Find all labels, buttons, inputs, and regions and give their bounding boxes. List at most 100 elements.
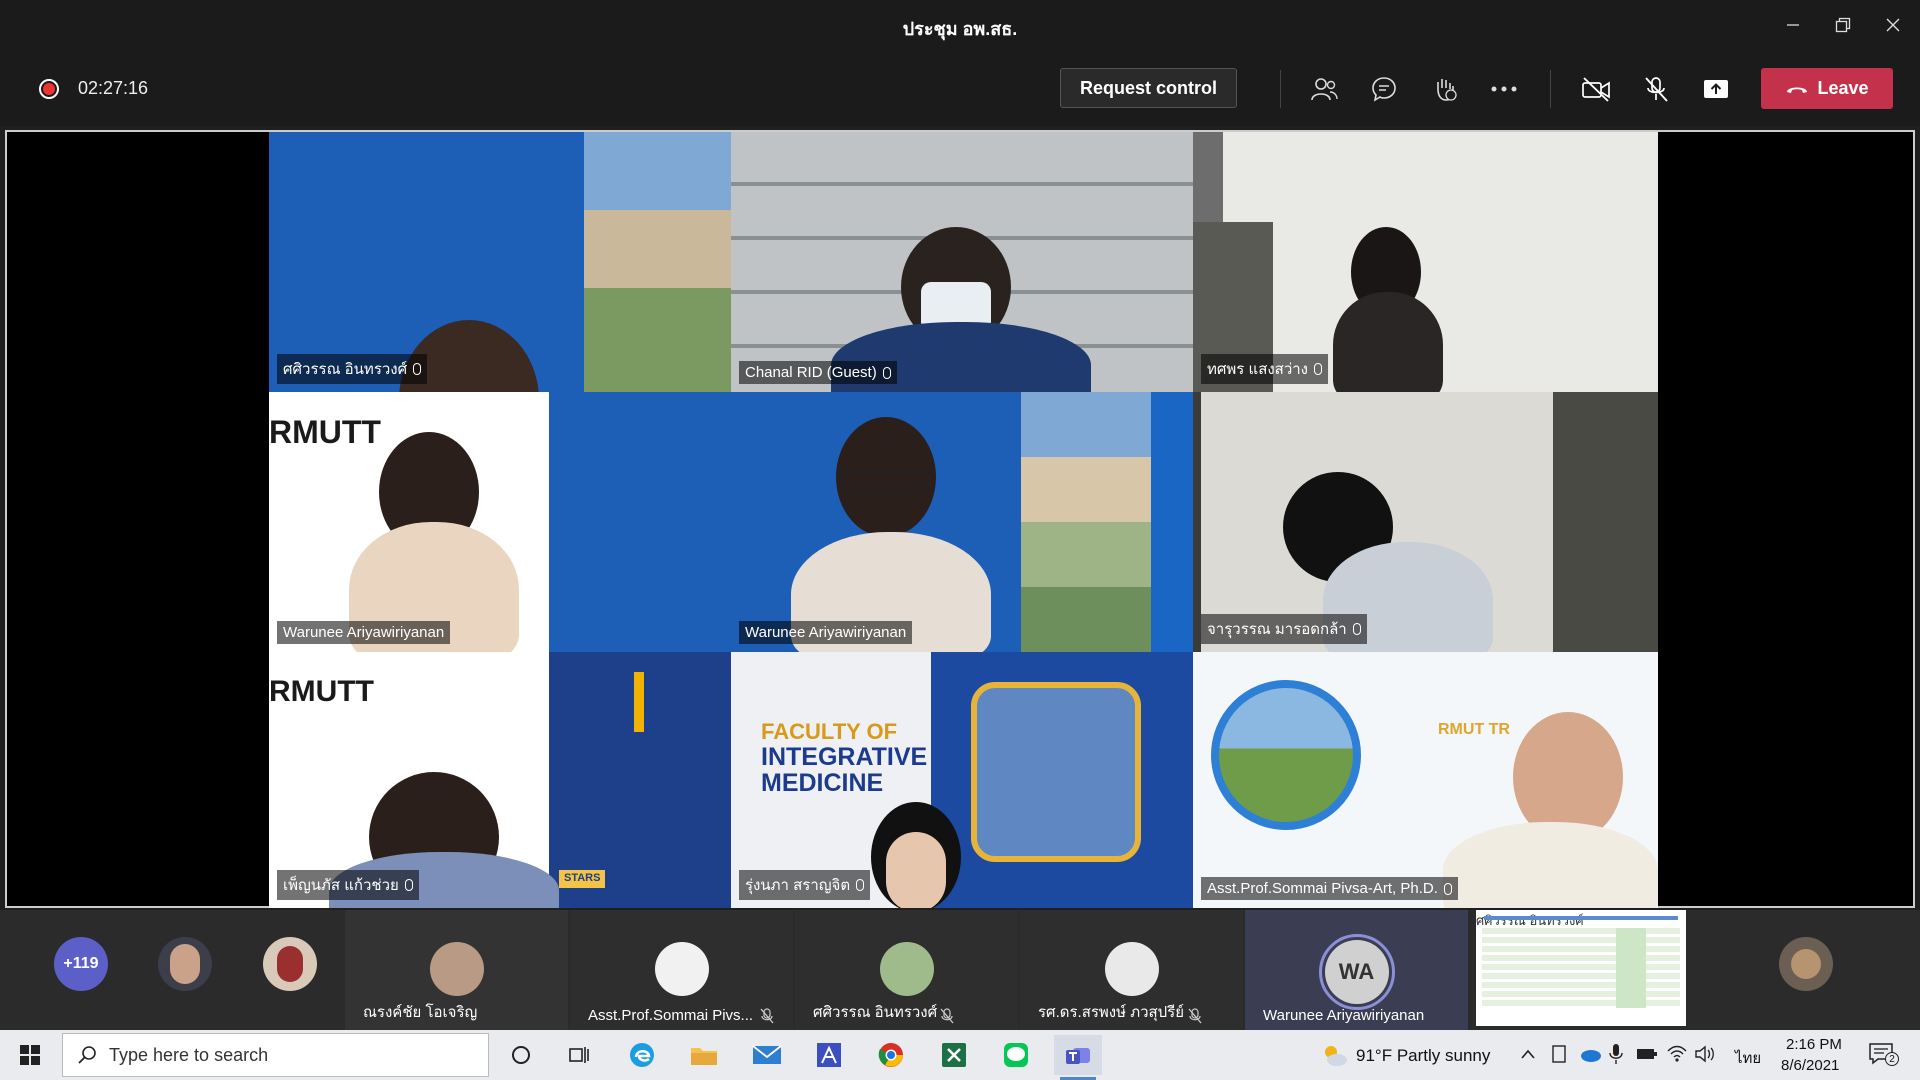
video-tile[interactable]: Chanal RID (Guest)	[731, 132, 1193, 392]
rmutt-logo-text: RMUTT	[269, 414, 381, 450]
onedrive-icon[interactable]	[1578, 1045, 1602, 1063]
participant-name: รศ.ดร.สรพงษ์ ภวสุปรีย์	[1038, 1004, 1185, 1021]
chrome-icon	[878, 1043, 903, 1067]
start-button[interactable]	[0, 1030, 60, 1080]
minimize-button[interactable]	[1770, 8, 1816, 42]
restore-icon	[1835, 17, 1851, 33]
share-screen-button[interactable]	[1696, 70, 1736, 108]
raise-hand-icon	[1437, 79, 1457, 101]
avatar[interactable]	[1779, 937, 1833, 991]
participant-tile-shared-screen[interactable]: ศศิวรรณ อินทรวงศ์	[1476, 910, 1686, 1026]
video-tile[interactable]: FACULTY OF INTEGRATIVE MEDICINE รุ่งนภา …	[731, 652, 1193, 908]
task-view-button[interactable]	[555, 1035, 603, 1075]
more-participants-button[interactable]: +119	[54, 937, 108, 991]
participant-tile[interactable]: ศศิวรรณ อินทรวงศ์	[795, 910, 1018, 1030]
rmutt-logo-text: RMUTT	[269, 675, 374, 708]
participant-roster-strip: +119 ณรงค์ชัย โอเจริญ Asst.Prof.Sommai P…	[0, 910, 1920, 1030]
chat-icon	[1372, 77, 1396, 102]
avatar	[429, 942, 484, 996]
campus-background-image	[1021, 392, 1151, 652]
chat-button[interactable]	[1364, 70, 1404, 108]
rmut-logo-text: RMUT TR	[1438, 721, 1510, 738]
notification-center-button[interactable]: 2	[1868, 1041, 1899, 1069]
video-tile[interactable]: ศศิวรรณ อินทรวงศ์	[269, 132, 731, 392]
mail-taskbar-button[interactable]	[743, 1035, 791, 1075]
cortana-button[interactable]	[497, 1035, 545, 1075]
more-options-button[interactable]	[1484, 70, 1524, 108]
input-language[interactable]: ไทย	[1735, 1046, 1761, 1070]
mic-icon	[413, 363, 422, 375]
chrome-taskbar-button[interactable]	[867, 1035, 915, 1075]
participant-name-tag: Asst.Prof.Sommai Pivsa-Art, Ph.D.	[1201, 877, 1458, 900]
leave-button[interactable]: Leave	[1761, 68, 1893, 109]
mic-icon	[1352, 623, 1361, 635]
teams-taskbar-button[interactable]	[1054, 1035, 1102, 1080]
participant-video	[1333, 292, 1443, 392]
video-tile[interactable]: RMUT TR Asst.Prof.Sommai Pivsa-Art, Ph.D…	[1193, 652, 1658, 908]
windows-taskbar: Type here to search 91°F Partly sunny ไท…	[0, 1030, 1920, 1080]
excel-icon	[942, 1043, 966, 1067]
shared-screen-stage[interactable]: ศศิวรรณ อินทรวงศ์ Chanal RID (Guest) ทศพ…	[5, 130, 1915, 908]
mail-icon	[752, 1045, 782, 1064]
windows-logo-icon	[20, 1045, 40, 1065]
app-taskbar-button[interactable]	[805, 1035, 853, 1075]
participant-tile[interactable]: Asst.Prof.Sommai Pivs...	[570, 910, 793, 1030]
clock-date[interactable]: 8/6/2021	[1781, 1057, 1839, 1074]
mic-off-icon	[1188, 1008, 1202, 1024]
wifi-icon[interactable]	[1666, 1043, 1688, 1063]
excel-taskbar-button[interactable]	[930, 1035, 978, 1075]
participant-name: Warunee Ariyawiriyanan	[1263, 1007, 1425, 1024]
participant-name-tag: Chanal RID (Guest)	[739, 361, 897, 384]
meeting-timer: 02:27:16	[78, 78, 149, 98]
line-app-icon	[1004, 1043, 1028, 1067]
video-tile[interactable]: RMUTT STARS เพ็ญนภัส แก้วช่วย	[269, 652, 731, 908]
video-tile[interactable]: ทศพร แสงสว่าง	[1193, 132, 1658, 392]
mic-icon	[1443, 882, 1452, 895]
line-taskbar-button[interactable]	[992, 1035, 1040, 1075]
video-tile[interactable]: จารุวรรณ มารอดกล้า	[1193, 392, 1658, 652]
folder-icon	[691, 1048, 717, 1065]
teams-icon	[1066, 1048, 1090, 1064]
glasses	[843, 470, 929, 492]
avatar: WA	[1324, 940, 1389, 1004]
search-icon	[78, 1046, 96, 1064]
restore-button[interactable]	[1820, 8, 1866, 42]
video-tile[interactable]: Warunee Ariyawiriyanan	[731, 392, 1193, 652]
edge-icon	[630, 1043, 654, 1067]
volume-icon[interactable]	[1694, 1044, 1716, 1064]
recording-indicator-icon	[39, 79, 59, 99]
participant-name: ศศิวรรณ อินทรวงศ์	[813, 1004, 938, 1021]
mic-toggle-button[interactable]	[1636, 70, 1676, 108]
participant-name-tag: Warunee Ariyawiriyanan	[277, 621, 451, 644]
window-background	[1553, 392, 1658, 652]
participants-button[interactable]	[1304, 70, 1344, 108]
participant-tile[interactable]: รศ.ดร.สรพงษ์ ภวสุปรีย์	[1020, 910, 1243, 1030]
participant-video	[1443, 822, 1658, 908]
chevron-up-icon[interactable]	[1520, 1048, 1536, 1060]
avatar[interactable]	[158, 937, 212, 991]
hexagon-image	[971, 682, 1141, 862]
camera-toggle-button[interactable]	[1576, 70, 1616, 108]
notification-count-badge: 2	[1885, 1052, 1899, 1066]
faculty-banner-line: MEDICINE	[761, 769, 884, 797]
avatar[interactable]	[263, 937, 317, 991]
microphone-icon[interactable]	[1608, 1043, 1624, 1065]
close-button[interactable]	[1870, 8, 1916, 42]
participant-tile-speaking[interactable]: WA Warunee Ariyawiriyanan	[1245, 910, 1468, 1030]
battery-icon[interactable]	[1636, 1046, 1658, 1062]
reactions-button[interactable]	[1424, 70, 1464, 108]
clock-time[interactable]: 2:16 PM	[1786, 1036, 1842, 1053]
mic-off-icon	[940, 1008, 954, 1024]
mic-icon	[404, 879, 413, 891]
weather-text[interactable]: 91°F Partly sunny	[1356, 1046, 1490, 1066]
campus-background-image	[584, 132, 731, 392]
taskbar-search-box[interactable]: Type here to search	[62, 1033, 489, 1077]
edge-taskbar-button[interactable]	[618, 1035, 666, 1075]
more-icon	[1491, 86, 1517, 92]
request-control-button[interactable]: Request control	[1060, 68, 1237, 108]
file-explorer-taskbar-button[interactable]	[680, 1035, 728, 1075]
device-icon[interactable]	[1550, 1044, 1568, 1064]
video-tile[interactable]: RMUTT Warunee Ariyawiriyanan	[269, 392, 731, 652]
participant-tile[interactable]: ณรงค์ชัย โอเจริญ	[345, 910, 568, 1030]
close-icon	[1886, 18, 1900, 32]
